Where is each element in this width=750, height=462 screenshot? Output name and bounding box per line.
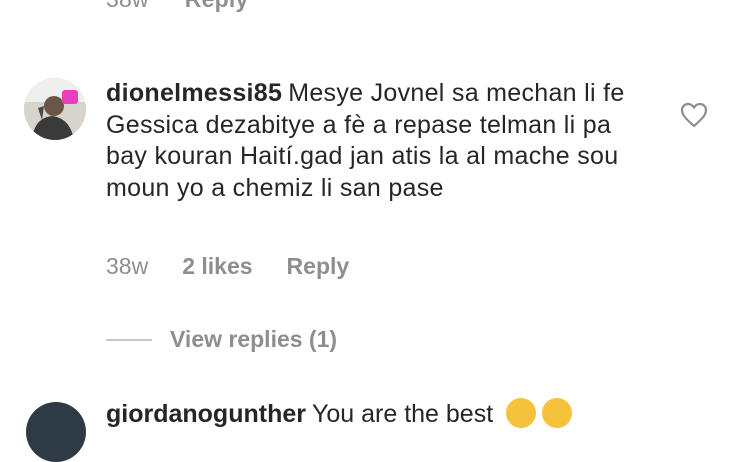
- grimacing-face-icon: [506, 398, 537, 428]
- comment-time: 38w: [106, 253, 149, 279]
- next-comment-username[interactable]: giordanogunther: [106, 400, 306, 428]
- comment-meta: 38w 2 likes Reply: [106, 253, 349, 280]
- grimacing-face-icon: [542, 398, 573, 428]
- heart-outline-icon[interactable]: [680, 102, 708, 128]
- reply-button[interactable]: Reply: [287, 253, 350, 280]
- avatar[interactable]: [26, 402, 86, 462]
- previous-comment-reply-button[interactable]: Reply: [185, 0, 249, 13]
- comment-username[interactable]: dionelmessi85: [106, 79, 282, 107]
- previous-comment-time: 38w: [106, 0, 149, 13]
- previous-comment-meta: 38w Reply: [106, 0, 248, 13]
- next-comment-text: You are the best: [311, 400, 494, 428]
- comment-body: dionelmessi85 Mesye Jovnel sa mechan li f…: [106, 78, 651, 204]
- divider-line: [106, 338, 152, 341]
- likes-count[interactable]: 2 likes: [182, 253, 252, 280]
- avatar[interactable]: [24, 78, 86, 140]
- view-replies-button[interactable]: View replies (1): [106, 326, 337, 353]
- avatar-photo: [24, 78, 86, 140]
- view-replies-label: View replies (1): [170, 326, 338, 352]
